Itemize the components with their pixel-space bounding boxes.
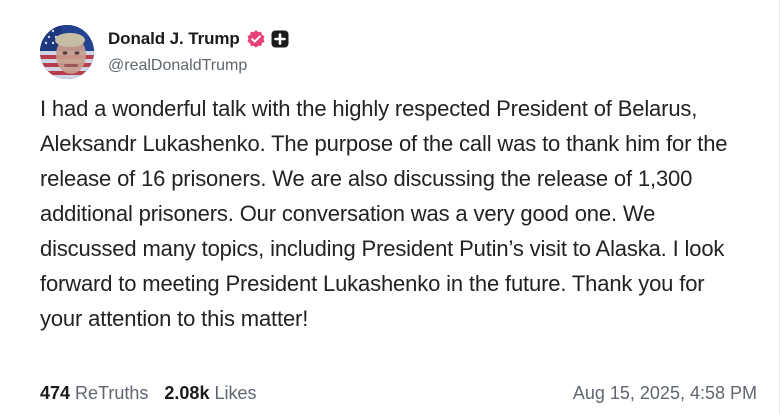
- truth-post: Donald J. Trump @realDonaldTrump I had a…: [0, 0, 780, 414]
- plus-badge-icon: [271, 30, 289, 48]
- post-timestamp[interactable]: Aug 15, 2025, 4:58 PM: [573, 383, 757, 404]
- retruths-label: ReTruths: [75, 383, 149, 403]
- likes-count: 2.08k: [164, 383, 210, 403]
- post-text: I had a wonderful talk with the highly r…: [40, 96, 728, 331]
- retruths-count: 474: [40, 383, 71, 403]
- likes-label: Likes: [214, 383, 257, 403]
- author-name-row: Donald J. Trump: [108, 28, 289, 50]
- author-handle[interactable]: @realDonaldTrump: [108, 57, 247, 75]
- retruths-stat[interactable]: 474 ReTruths: [40, 383, 148, 404]
- likes-stat[interactable]: 2.08k Likes: [164, 383, 256, 404]
- verified-badge-icon: [246, 29, 266, 49]
- post-stats: 474 ReTruths 2.08k Likes: [40, 383, 256, 404]
- avatar[interactable]: [40, 25, 94, 79]
- avatar-image: [40, 25, 94, 79]
- display-name[interactable]: Donald J. Trump: [108, 29, 240, 49]
